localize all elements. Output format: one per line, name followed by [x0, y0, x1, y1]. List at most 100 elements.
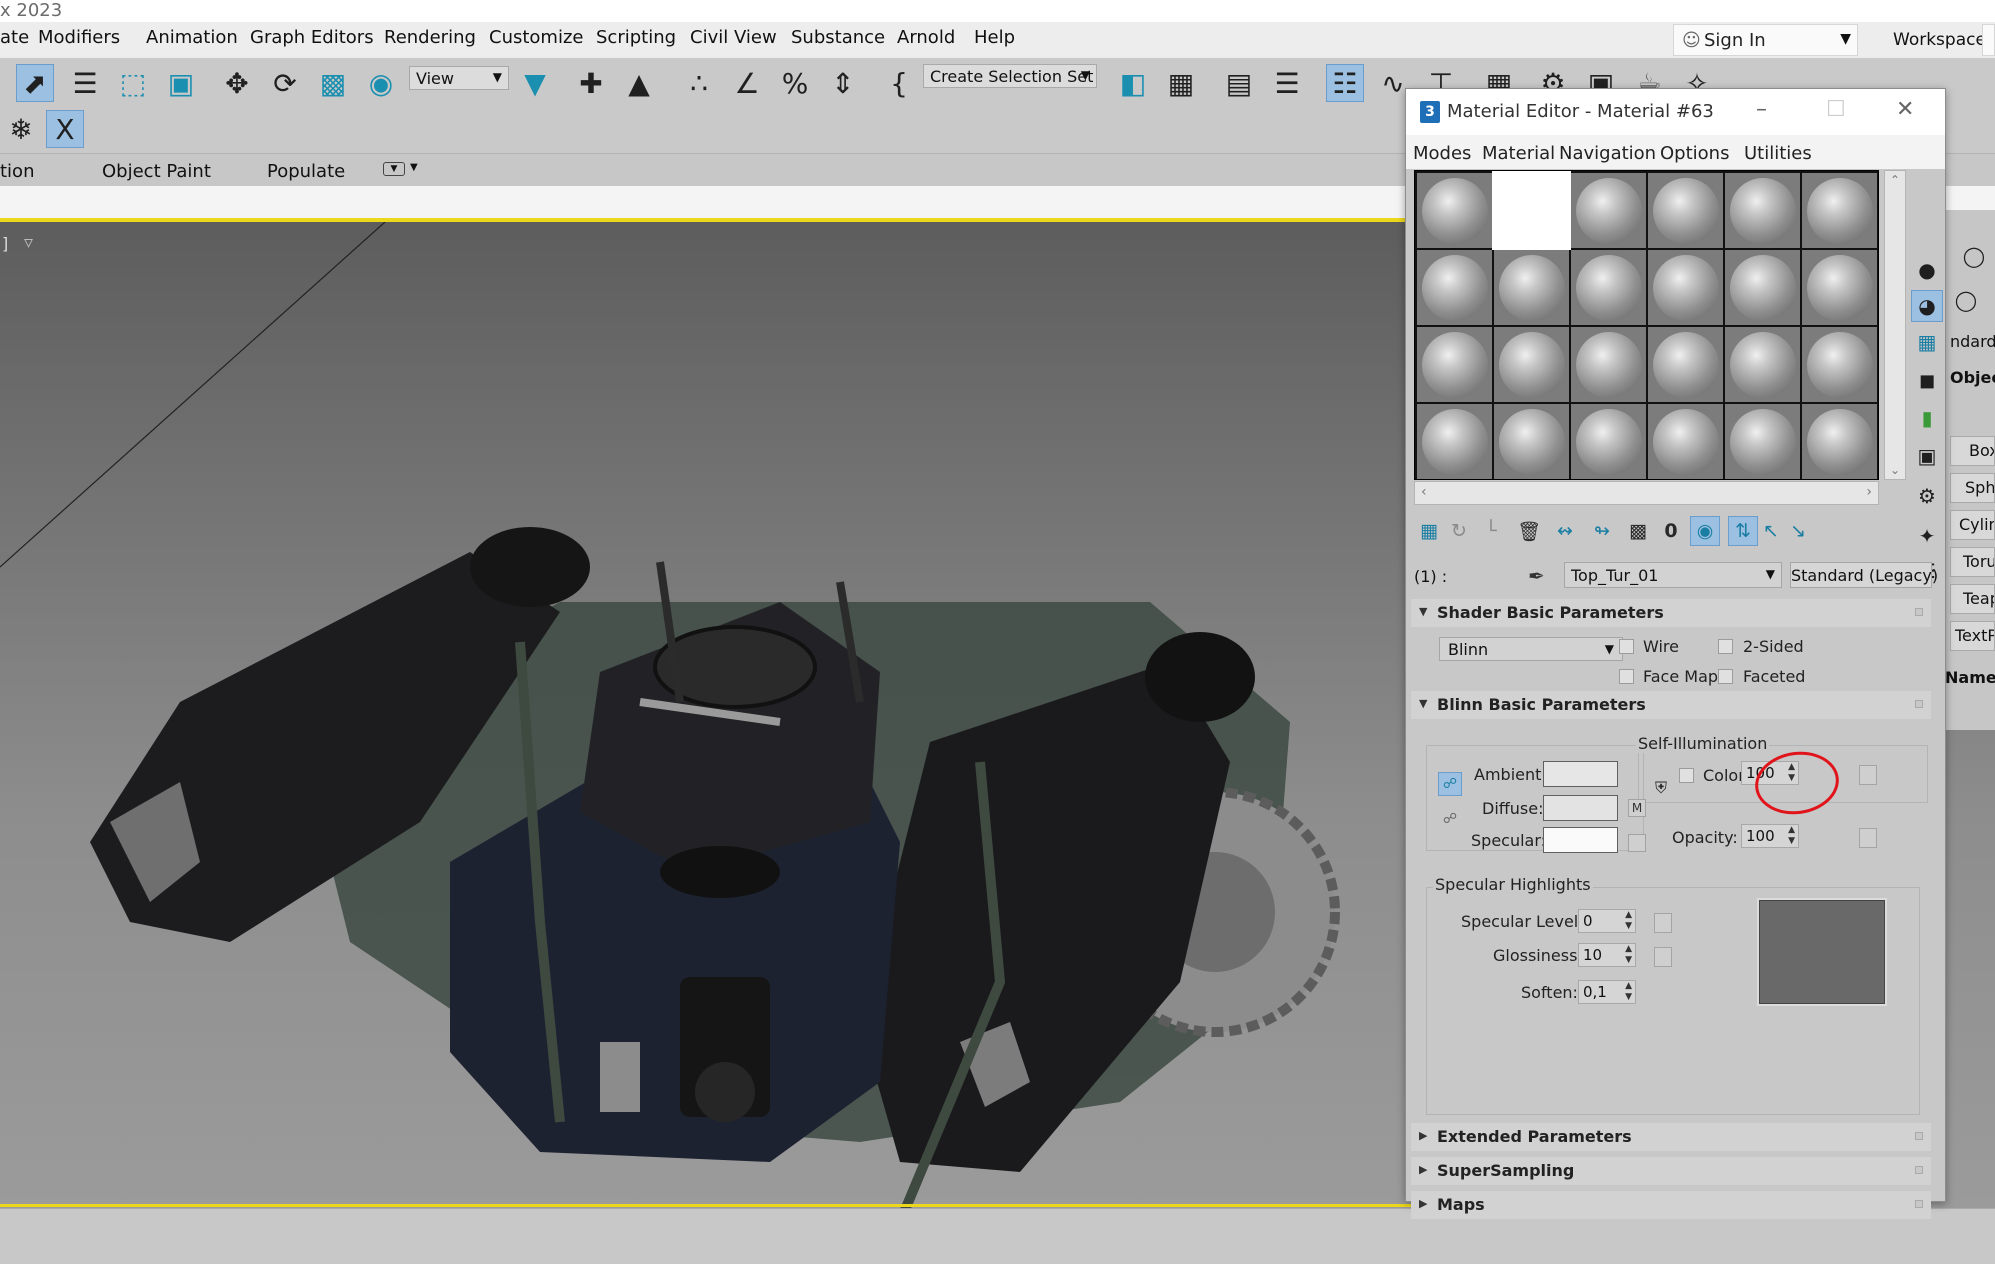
material-sample-slot[interactable]: [1492, 171, 1571, 250]
spinner-arrows-icon[interactable]: ▲ ▼: [1625, 944, 1632, 966]
create-sphere-button[interactable]: Sphe: [1950, 473, 1995, 503]
material-sample-slot[interactable]: [1494, 404, 1569, 479]
material-sample-slot[interactable]: [1648, 173, 1723, 248]
named-selection-dropdown[interactable]: Create Selection Set ▼: [923, 64, 1097, 88]
align-icon[interactable]: ▦: [1162, 64, 1200, 102]
specular-color-swatch[interactable]: [1543, 827, 1618, 853]
create-textplus-button[interactable]: TextP: [1950, 621, 1995, 651]
put-to-scene-icon[interactable]: ↻: [1444, 516, 1474, 546]
effects-channel-icon[interactable]: 0: [1656, 516, 1686, 546]
glossiness-map-button[interactable]: [1654, 947, 1672, 967]
xview-icon[interactable]: X: [46, 110, 84, 148]
angle-snap-icon[interactable]: ∠: [728, 64, 766, 102]
scroll-down-icon[interactable]: ⌄: [1890, 463, 1900, 477]
place-icon[interactable]: ◉: [362, 64, 400, 102]
ambient-color-swatch[interactable]: [1543, 761, 1618, 787]
me-menu-utilities[interactable]: Utilities: [1744, 143, 1812, 164]
material-sample-slot[interactable]: [1571, 173, 1646, 248]
menu-animation[interactable]: Animation: [146, 27, 238, 48]
self-illum-map-button[interactable]: [1859, 765, 1877, 785]
video-color-check-icon[interactable]: ▮: [1911, 402, 1943, 434]
material-sample-slot[interactable]: [1725, 404, 1800, 479]
scroll-left-icon[interactable]: ‹: [1421, 484, 1427, 500]
make-unique-icon[interactable]: ↭: [1550, 516, 1580, 546]
specular-map-button[interactable]: [1628, 834, 1646, 852]
rollout-drag-handle[interactable]: [1915, 608, 1923, 616]
reset-map-icon[interactable]: 🗑: [1514, 516, 1544, 546]
create-cylinder-button[interactable]: Cylinc: [1950, 510, 1995, 540]
soften-spinner[interactable]: 0,1 ▲ ▼: [1578, 980, 1636, 1004]
edit-named-selection-icon[interactable]: {: [880, 64, 918, 102]
extended-params-rollout-header[interactable]: ▶ Extended Parameters: [1411, 1123, 1931, 1151]
layer-explorer-icon[interactable]: ☰: [1268, 64, 1306, 102]
create-teapot-button[interactable]: Teap: [1950, 584, 1995, 614]
material-sample-slot[interactable]: [1648, 327, 1723, 402]
diffuse-color-swatch[interactable]: [1543, 795, 1618, 821]
snaps-toggle-icon[interactable]: ∴: [680, 64, 718, 102]
pivot-center-icon[interactable]: ▼: [516, 64, 554, 102]
ribbon-options-icon[interactable]: ▼: [383, 162, 405, 176]
material-sample-slot[interactable]: [1725, 173, 1800, 248]
scale-icon[interactable]: ▩: [314, 64, 352, 102]
rect-selection-icon[interactable]: ⬚: [114, 64, 152, 102]
create-box-button[interactable]: Box: [1950, 436, 1995, 466]
me-menu-material[interactable]: Material: [1482, 143, 1555, 164]
material-sample-slot[interactable]: [1417, 404, 1492, 479]
material-sample-slot[interactable]: [1417, 250, 1492, 325]
ribbon-tab-selection[interactable]: tion: [0, 161, 34, 182]
material-sample-slot[interactable]: [1571, 327, 1646, 402]
select-object-icon[interactable]: ⬈: [16, 64, 54, 102]
specular-level-spinner[interactable]: 0 ▲ ▼: [1578, 909, 1636, 933]
backlight-icon[interactable]: ◕: [1911, 290, 1943, 322]
material-sample-slot[interactable]: [1648, 250, 1723, 325]
reference-coord-dropdown[interactable]: View ▼: [409, 66, 509, 90]
material-sample-slot[interactable]: [1802, 404, 1877, 479]
chevron-down-icon[interactable]: ▼: [410, 162, 418, 173]
select-manipulate-icon[interactable]: ✚: [572, 64, 610, 102]
shader-basic-rollout-header[interactable]: ▼ Shader Basic Parameters: [1411, 599, 1931, 627]
padlock-icon[interactable]: ⛨: [1650, 777, 1672, 799]
menu-rendering[interactable]: Rendering: [384, 27, 476, 48]
opacity-spinner[interactable]: 100 ▲ ▼: [1741, 824, 1799, 848]
scroll-up-icon[interactable]: ⌃: [1890, 173, 1900, 187]
make-preview-icon[interactable]: ▣: [1911, 440, 1943, 472]
options-icon[interactable]: ⚙: [1911, 480, 1943, 512]
menu-create[interactable]: ate: [0, 27, 29, 48]
go-forward-sibling-icon[interactable]: ↘: [1783, 516, 1813, 546]
faceted-checkbox[interactable]: [1718, 669, 1733, 684]
close-icon[interactable]: ✕: [1896, 97, 1914, 122]
material-sample-slot[interactable]: [1417, 327, 1492, 402]
slots-horizontal-scrollbar[interactable]: ‹ ›: [1414, 481, 1879, 505]
material-editor-titlebar[interactable]: 3 Material Editor - Material #63 – ☐ ✕: [1406, 89, 1945, 135]
slots-vertical-scrollbar[interactable]: ⌃ ⌄: [1884, 170, 1906, 480]
create-geometry-icon[interactable]: ◯: [1958, 240, 1990, 272]
show-end-result-icon[interactable]: ⇅: [1728, 516, 1758, 546]
material-sample-slot[interactable]: [1417, 173, 1492, 248]
ribbon-toggle-icon[interactable]: ☷: [1326, 64, 1364, 102]
scroll-right-icon[interactable]: ›: [1866, 484, 1872, 500]
wire-checkbox[interactable]: [1619, 639, 1634, 654]
spinner-arrows-icon[interactable]: ▲ ▼: [1625, 910, 1632, 932]
spinner-snap-icon[interactable]: ⇕: [824, 64, 862, 102]
opacity-map-button[interactable]: [1859, 828, 1877, 848]
rollout-drag-handle[interactable]: [1915, 1200, 1923, 1208]
put-to-library-icon[interactable]: ↬: [1587, 516, 1617, 546]
percent-snap-icon[interactable]: %: [776, 64, 814, 102]
menu-civil-view[interactable]: Civil View: [690, 27, 777, 48]
shader-type-dropdown[interactable]: Blinn ▼: [1439, 637, 1623, 661]
material-sample-slot[interactable]: [1725, 250, 1800, 325]
menu-arnold[interactable]: Arnold: [897, 27, 955, 48]
go-to-parent-icon[interactable]: ↖: [1756, 516, 1786, 546]
eyedropper-icon[interactable]: ✒: [1528, 564, 1545, 588]
supersampling-rollout-header[interactable]: ▶ SuperSampling: [1411, 1157, 1931, 1185]
material-sample-slot[interactable]: [1802, 173, 1877, 248]
create-torus-button[interactable]: Toru: [1950, 547, 1995, 577]
menu-graph-editors[interactable]: Graph Editors: [250, 27, 374, 48]
menu-help[interactable]: Help: [974, 27, 1015, 48]
blinn-basic-rollout-header[interactable]: ▼ Blinn Basic Parameters: [1411, 691, 1931, 719]
create-shapes-icon[interactable]: ◯: [1950, 284, 1982, 316]
minimize-icon[interactable]: –: [1756, 97, 1767, 122]
material-type-button[interactable]: Standard (Legacy): [1790, 562, 1938, 588]
self-illum-color-checkbox[interactable]: [1679, 768, 1694, 783]
me-menu-options[interactable]: Options: [1660, 143, 1729, 164]
